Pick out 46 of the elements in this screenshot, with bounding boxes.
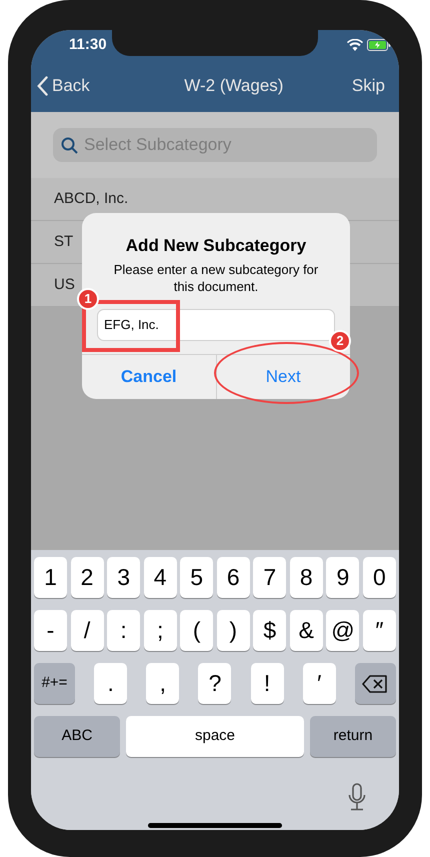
chevron-left-icon [37,76,48,96]
keyboard-key[interactable]: ABC [34,716,120,757]
keyboard-key[interactable]: @ [326,610,360,651]
keyboard-key[interactable]: & [290,610,323,651]
list-item[interactable]: US [54,274,75,296]
keyboard-key[interactable]: 6 [216,557,250,598]
nav-title: W-2 (Wages) [184,75,284,98]
keyboard-key[interactable]: ) [216,610,250,651]
keyboard-key[interactable]: . [94,663,128,704]
keyboard-key[interactable]: ′ [302,663,336,704]
skip-button[interactable]: Skip [352,73,393,99]
keyboard-key[interactable]: - [34,610,67,651]
keyboard-key[interactable]: 5 [180,557,214,598]
keyboard-key[interactable]: 7 [253,557,286,598]
back-button[interactable]: Back [37,73,90,99]
keyboard-key[interactable]: ! [250,663,284,704]
keyboard-key[interactable]: ( [180,610,214,651]
keyboard-key[interactable]: 0 [362,557,396,598]
keyboard-key[interactable]: ? [198,663,232,704]
keyboard-key[interactable]: ; [144,610,177,651]
dialog-message: Please enter a new subcategory for this document. [112,260,320,294]
keyboard-key[interactable]: : [107,610,140,651]
keyboard-key[interactable]: $ [253,610,286,651]
keyboard-key[interactable]: return [310,716,396,757]
status-time: 11:30 [69,34,107,55]
list-item[interactable]: ST [54,230,74,254]
keyboard-key[interactable]: 2 [70,557,104,598]
keyboard-key[interactable]: 8 [290,557,323,598]
backspace-icon [362,674,388,692]
dialog-title: Add New Subcategory [126,235,306,257]
keyboard-key[interactable]: space [126,716,304,757]
keyboard-key[interactable]: #+= [34,663,75,704]
keyboard-key[interactable]: , [146,663,180,704]
wifi-icon [347,39,363,51]
list-item[interactable]: ABCD, Inc. [54,188,128,210]
battery-icon [367,39,391,51]
keyboard-key[interactable]: 1 [34,557,67,598]
keyboard-key[interactable]: 4 [144,557,177,598]
search-icon [61,137,78,154]
keyboard-key[interactable]: 9 [326,557,360,598]
keyboard-key[interactable]: 3 [107,557,140,598]
keyboard-key[interactable]: ″ [362,610,396,651]
subcategory-input[interactable]: EFG, Inc. [97,308,335,340]
keyboard-key[interactable]: / [70,610,104,651]
microphone-icon[interactable] [348,783,366,811]
delete-key[interactable] [354,663,396,704]
